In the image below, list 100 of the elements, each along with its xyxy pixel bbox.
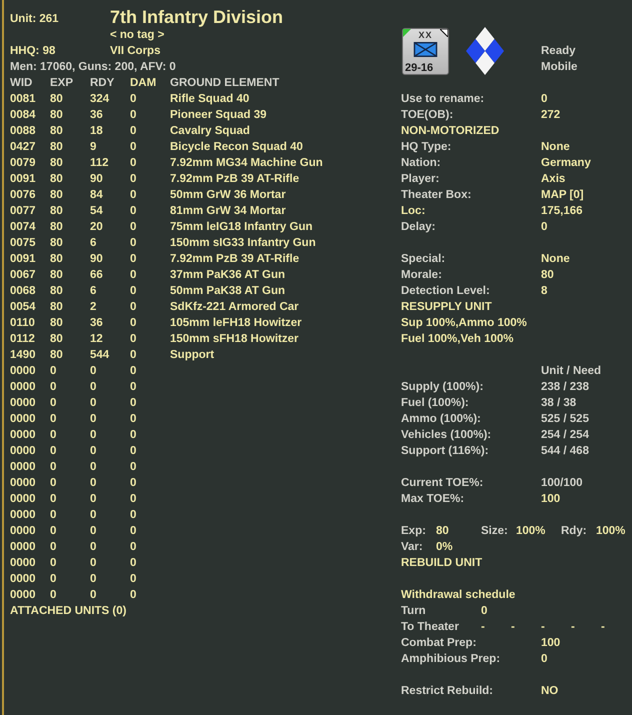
hhq-label[interactable]: HHQ: 98 bbox=[10, 45, 56, 57]
table-cell: 0000 bbox=[10, 541, 36, 553]
element-name: 105mm leFH18 Howitzer bbox=[170, 317, 302, 329]
table-cell: 9 bbox=[90, 141, 96, 153]
table-cell: 80 bbox=[50, 205, 63, 217]
element-name: 37mm PaK36 AT Gun bbox=[170, 269, 286, 281]
column-header[interactable]: DAM bbox=[130, 77, 156, 89]
field-value: 100/100 bbox=[541, 476, 583, 491]
table-cell: 12 bbox=[90, 333, 103, 345]
field-value[interactable]: 0 bbox=[541, 651, 548, 667]
element-name: Bicycle Recon Squad 40 bbox=[170, 141, 303, 153]
table-cell: 0 bbox=[50, 557, 56, 569]
field-label: Nation: bbox=[401, 157, 441, 169]
table-cell: 90 bbox=[90, 253, 103, 265]
table-cell: 0 bbox=[50, 397, 56, 409]
table-cell: 0 bbox=[130, 365, 136, 377]
unit-tag[interactable]: < no tag > bbox=[110, 27, 164, 43]
table-cell: 0000 bbox=[10, 525, 36, 537]
element-name: 150mm sFH18 Howitzer bbox=[170, 333, 298, 345]
field-value[interactable]: 272 bbox=[541, 107, 560, 123]
column-header[interactable]: EXP bbox=[50, 77, 74, 89]
field-label: Fuel (100%): bbox=[401, 397, 469, 409]
element-name: SdKfz-221 Armored Car bbox=[170, 301, 299, 313]
table-cell: 0068 bbox=[10, 285, 36, 297]
table-cell: 0079 bbox=[10, 157, 36, 169]
table-cell: 80 bbox=[50, 301, 63, 313]
table-cell: 112 bbox=[90, 157, 109, 169]
table-cell: 0 bbox=[90, 365, 96, 377]
field-value[interactable]: 100 bbox=[541, 635, 560, 651]
table-cell: 0000 bbox=[10, 365, 36, 377]
field-value[interactable]: 0 bbox=[541, 219, 548, 235]
stat-value[interactable]: 0% bbox=[436, 541, 453, 553]
field-label: HQ Type: bbox=[401, 141, 452, 153]
table-cell: 80 bbox=[50, 125, 63, 137]
field-value[interactable]: None bbox=[541, 139, 570, 155]
schedule-label: Turn bbox=[401, 605, 426, 617]
table-cell: 80 bbox=[50, 237, 63, 249]
table-cell: 0 bbox=[130, 509, 136, 521]
field-value[interactable]: NO bbox=[541, 683, 558, 699]
table-cell: 0 bbox=[130, 493, 136, 505]
field-value[interactable]: 80 bbox=[541, 267, 554, 283]
table-cell: 0084 bbox=[10, 109, 36, 121]
field-value[interactable]: 8 bbox=[541, 283, 548, 299]
table-cell: 1490 bbox=[10, 349, 36, 361]
table-cell: 0 bbox=[130, 237, 136, 249]
table-cell: 0 bbox=[130, 589, 136, 601]
checkered-diamond-icon bbox=[466, 27, 504, 75]
field-value[interactable]: 0 bbox=[541, 91, 548, 107]
table-cell: 0000 bbox=[10, 509, 36, 521]
element-name: Pioneer Squad 39 bbox=[170, 109, 267, 121]
status-text: Mobile bbox=[541, 61, 578, 73]
action-link[interactable]: NON-MOTORIZED bbox=[401, 123, 500, 139]
corps-name[interactable]: VII Corps bbox=[110, 43, 160, 59]
table-cell: 0000 bbox=[10, 493, 36, 505]
table-cell: 0000 bbox=[10, 429, 36, 441]
table-cell: 0 bbox=[90, 397, 96, 409]
table-cell: 0 bbox=[50, 477, 56, 489]
table-cell: 80 bbox=[50, 173, 63, 185]
unit-summary: Men: 17060, Guns: 200, AFV: 0 bbox=[10, 61, 176, 73]
field-value[interactable]: Axis bbox=[541, 171, 566, 187]
table-cell: 0067 bbox=[10, 269, 36, 281]
table-cell: 0 bbox=[130, 109, 136, 121]
table-cell: 0 bbox=[130, 333, 136, 345]
stat-value[interactable]: 80 bbox=[436, 525, 449, 537]
unit-number: Unit: 261 bbox=[10, 12, 59, 27]
table-cell: 0 bbox=[90, 541, 96, 553]
field-value[interactable]: Germany bbox=[541, 155, 591, 171]
attached-units-label: ATTACHED UNITS (0) bbox=[10, 605, 126, 617]
field-value: 254 / 254 bbox=[541, 428, 589, 443]
table-cell: 0 bbox=[50, 461, 56, 473]
table-cell: 0 bbox=[50, 525, 56, 537]
field-value[interactable]: 175,166 bbox=[541, 203, 583, 219]
column-header[interactable]: RDY bbox=[90, 77, 114, 89]
stat-value[interactable]: 100% bbox=[596, 525, 626, 537]
table-cell: 80 bbox=[50, 333, 63, 345]
element-name: Support bbox=[170, 349, 214, 361]
table-cell: 0077 bbox=[10, 205, 36, 217]
field-value: 238 / 238 bbox=[541, 380, 589, 395]
table-cell: 2 bbox=[90, 301, 96, 313]
stat-label: Rdy: bbox=[561, 525, 587, 537]
field-value[interactable]: MAP [0] bbox=[541, 187, 584, 203]
table-cell: 0 bbox=[90, 557, 96, 569]
action-link[interactable]: REBUILD UNIT bbox=[401, 555, 482, 571]
schedule-cell: - bbox=[601, 621, 605, 633]
table-cell: 0 bbox=[130, 445, 136, 457]
schedule-cell: - bbox=[481, 621, 485, 633]
column-header[interactable]: WID bbox=[10, 77, 32, 89]
status-text: Ready bbox=[541, 45, 576, 57]
field-value[interactable]: 100 bbox=[541, 491, 560, 507]
table-cell: 0 bbox=[130, 189, 136, 201]
column-header[interactable]: GROUND ELEMENT bbox=[170, 77, 280, 89]
table-cell: 0000 bbox=[10, 573, 36, 585]
action-link[interactable]: RESUPPLY UNIT bbox=[401, 299, 492, 315]
field-label: Restrict Rebuild: bbox=[401, 685, 494, 697]
table-cell: 80 bbox=[50, 141, 63, 153]
table-cell: 0 bbox=[50, 589, 56, 601]
field-value[interactable]: None bbox=[541, 251, 570, 267]
field-label: Special: bbox=[401, 253, 446, 265]
stat-value[interactable]: 100% bbox=[516, 525, 546, 537]
element-name: 75mm leIG18 Infantry Gun bbox=[170, 221, 313, 233]
